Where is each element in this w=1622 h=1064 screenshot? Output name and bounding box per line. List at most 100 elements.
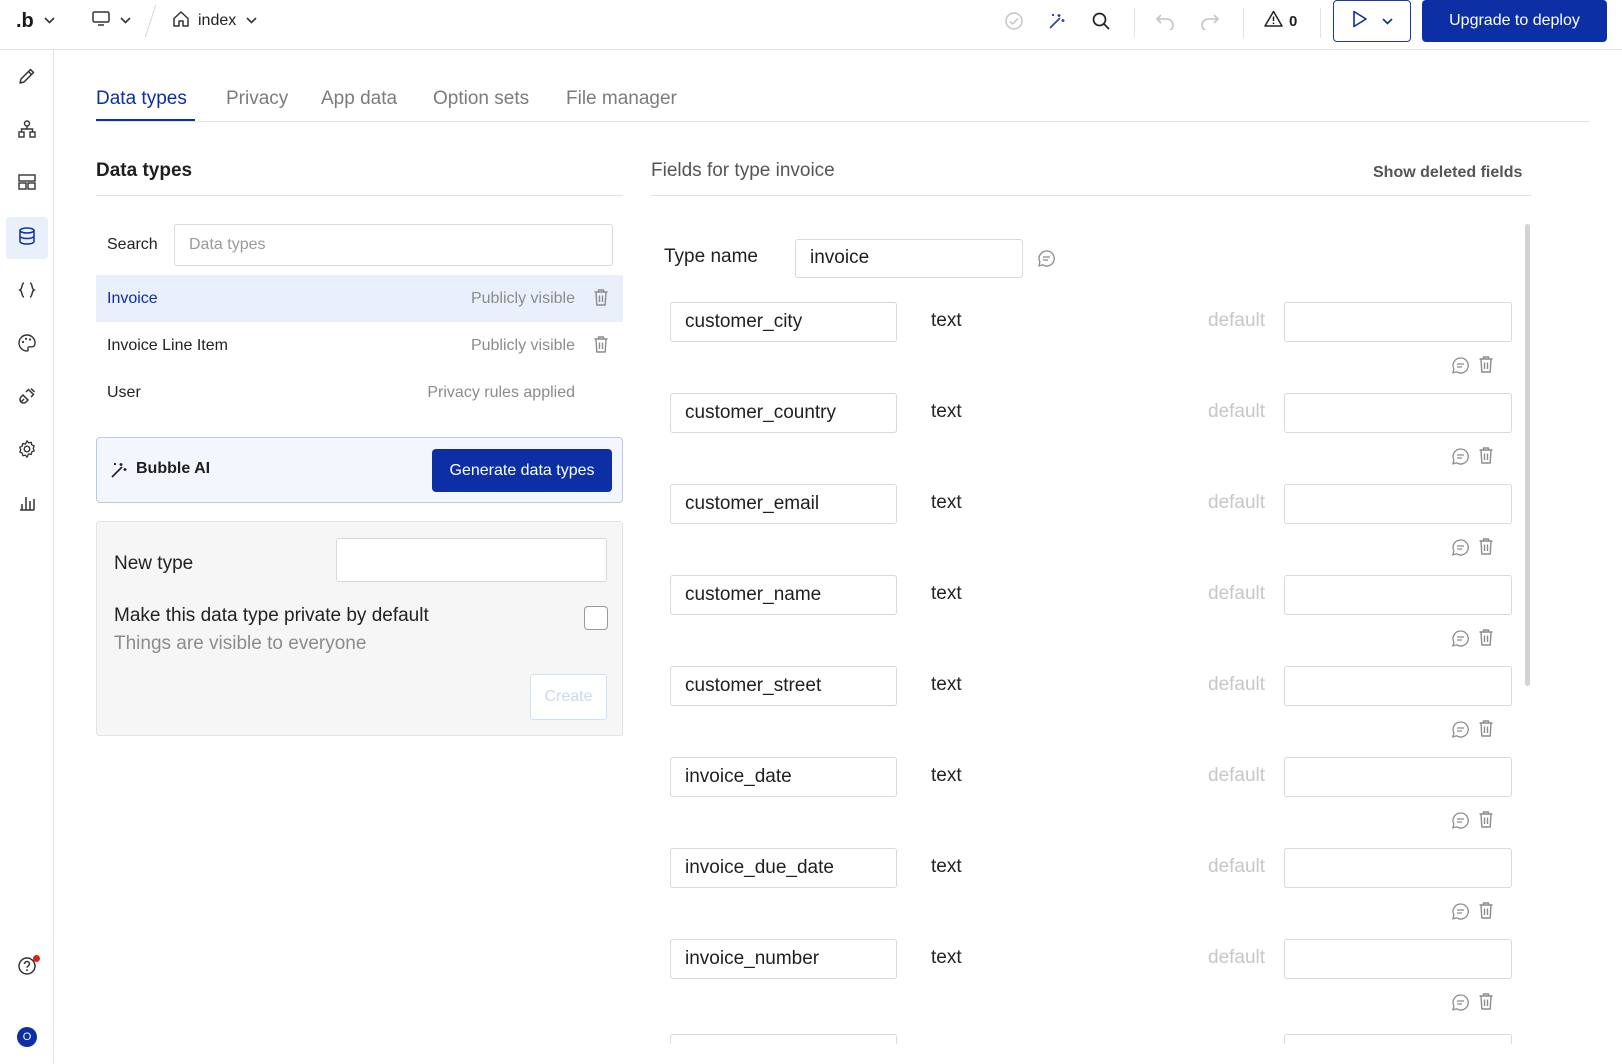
field-name-input[interactable]: customer_city [670,302,897,342]
rail-styles-code[interactable] [6,271,48,313]
field-default-input[interactable] [1284,575,1512,615]
data-type-visibility: Publicly visible [470,336,575,354]
field-name-input[interactable]: customer_email [670,484,897,524]
field-default-input[interactable] [1284,848,1512,888]
field-row: invoice_date text default [670,757,1512,849]
rail-elements[interactable] [6,163,48,205]
field-default-input[interactable] [1284,757,1512,797]
page-selector[interactable]: index [172,0,257,42]
data-type-row-invoice[interactable]: Invoice Publicly visible [96,275,623,322]
notification-dot [33,955,40,962]
show-deleted-fields-link[interactable]: Show deleted fields [1373,164,1522,182]
field-name-input[interactable]: customer_country [670,393,897,433]
tab-option-sets[interactable]: Option sets [433,88,529,110]
rail-workflow[interactable] [6,110,48,152]
issues-indicator[interactable]: 0 [1264,0,1297,42]
comment-icon[interactable] [1451,538,1470,562]
new-type-input[interactable] [336,538,607,582]
bubble-logo-menu[interactable]: .b [16,0,55,42]
field-type[interactable]: text [931,492,962,514]
rail-logs[interactable] [6,484,48,526]
rail-data[interactable] [6,217,48,259]
search-icon[interactable] [1091,0,1111,42]
data-type-row-user[interactable]: User Privacy rules applied [96,369,623,416]
tab-data-types[interactable]: Data types [96,88,187,110]
redo-icon[interactable] [1200,0,1220,42]
field-default-label: default [1208,583,1266,604]
trash-icon[interactable] [1478,537,1494,561]
field-row-partial [670,1034,1512,1044]
field-default-input[interactable] [1284,302,1512,342]
field-name-input[interactable]: customer_name [670,575,897,615]
comment-icon[interactable] [1451,902,1470,926]
field-default-input[interactable] [1284,939,1512,979]
field-type[interactable]: text [931,310,962,332]
ai-wand-icon [109,460,129,485]
type-name-input[interactable]: invoice [795,239,1023,278]
trash-icon[interactable] [593,335,609,359]
field-name-input[interactable]: customer_street [670,666,897,706]
toolbar-divider [1134,8,1135,38]
fields-scrollbar[interactable] [1525,224,1530,686]
comment-icon[interactable] [1037,249,1056,273]
field-type[interactable]: text [931,401,962,423]
comment-icon[interactable] [1451,720,1470,744]
trash-icon[interactable] [1478,992,1494,1016]
active-tab-indicator [96,119,195,121]
comment-icon[interactable] [1451,629,1470,653]
trash-icon[interactable] [1478,446,1494,470]
elements-icon [17,172,37,197]
data-type-visibility: Publicly visible [470,289,575,307]
trash-icon[interactable] [593,288,609,312]
field-default-input[interactable] [1284,393,1512,433]
bubble-ai-label: Bubble AI [136,460,211,477]
field-type[interactable]: text [931,674,962,696]
undo-icon[interactable] [1155,0,1175,42]
field-type[interactable]: text [931,947,962,969]
field-name-input[interactable]: invoice_date [670,757,897,797]
device-selector[interactable] [92,0,131,42]
bubble-logo: .b [16,9,34,32]
preview-button[interactable] [1333,0,1411,42]
divider [651,195,1532,196]
trash-icon[interactable] [1478,901,1494,925]
data-type-name: Invoice [107,289,158,307]
chevron-down-icon [44,15,55,27]
generate-data-types-button[interactable]: Generate data types [432,449,612,492]
comment-icon[interactable] [1451,811,1470,835]
check-icon[interactable] [1004,0,1024,42]
tab-app-data[interactable]: App data [321,88,397,110]
field-type[interactable]: text [931,765,962,787]
data-type-row-invoice-line-item[interactable]: Invoice Line Item Publicly visible [96,322,623,369]
tab-privacy[interactable]: Privacy [226,88,288,110]
comment-icon[interactable] [1451,447,1470,471]
create-type-button[interactable]: Create [530,674,607,720]
trash-icon[interactable] [1478,355,1494,379]
data-types-search-input[interactable] [174,224,613,266]
ai-wand-icon[interactable] [1047,0,1067,42]
field-default-label: default [1208,492,1266,513]
field-type[interactable]: text [931,583,962,605]
rail-plugins[interactable] [6,377,48,419]
field-type[interactable]: text [931,856,962,878]
trash-icon[interactable] [1478,719,1494,743]
field-name-input[interactable]: invoice_number [670,939,897,979]
comment-icon[interactable] [1451,356,1470,380]
trash-icon[interactable] [1478,810,1494,834]
field-name-input[interactable]: invoice_due_date [670,848,897,888]
rail-design[interactable] [6,57,48,99]
private-default-checkbox[interactable] [584,606,608,630]
field-default-input[interactable] [1284,666,1512,706]
field-default-input[interactable] [1284,484,1512,524]
pencil-icon [17,66,37,91]
field-default-input[interactable] [1284,1034,1512,1044]
field-name-input[interactable] [670,1034,897,1044]
tab-file-manager[interactable]: File manager [566,88,677,110]
rail-styles[interactable] [6,324,48,366]
rail-help[interactable] [6,947,48,989]
upgrade-to-deploy-button[interactable]: Upgrade to deploy [1422,0,1607,42]
avatar[interactable]: O [17,1027,37,1047]
rail-settings[interactable] [6,430,48,472]
comment-icon[interactable] [1451,993,1470,1017]
trash-icon[interactable] [1478,628,1494,652]
